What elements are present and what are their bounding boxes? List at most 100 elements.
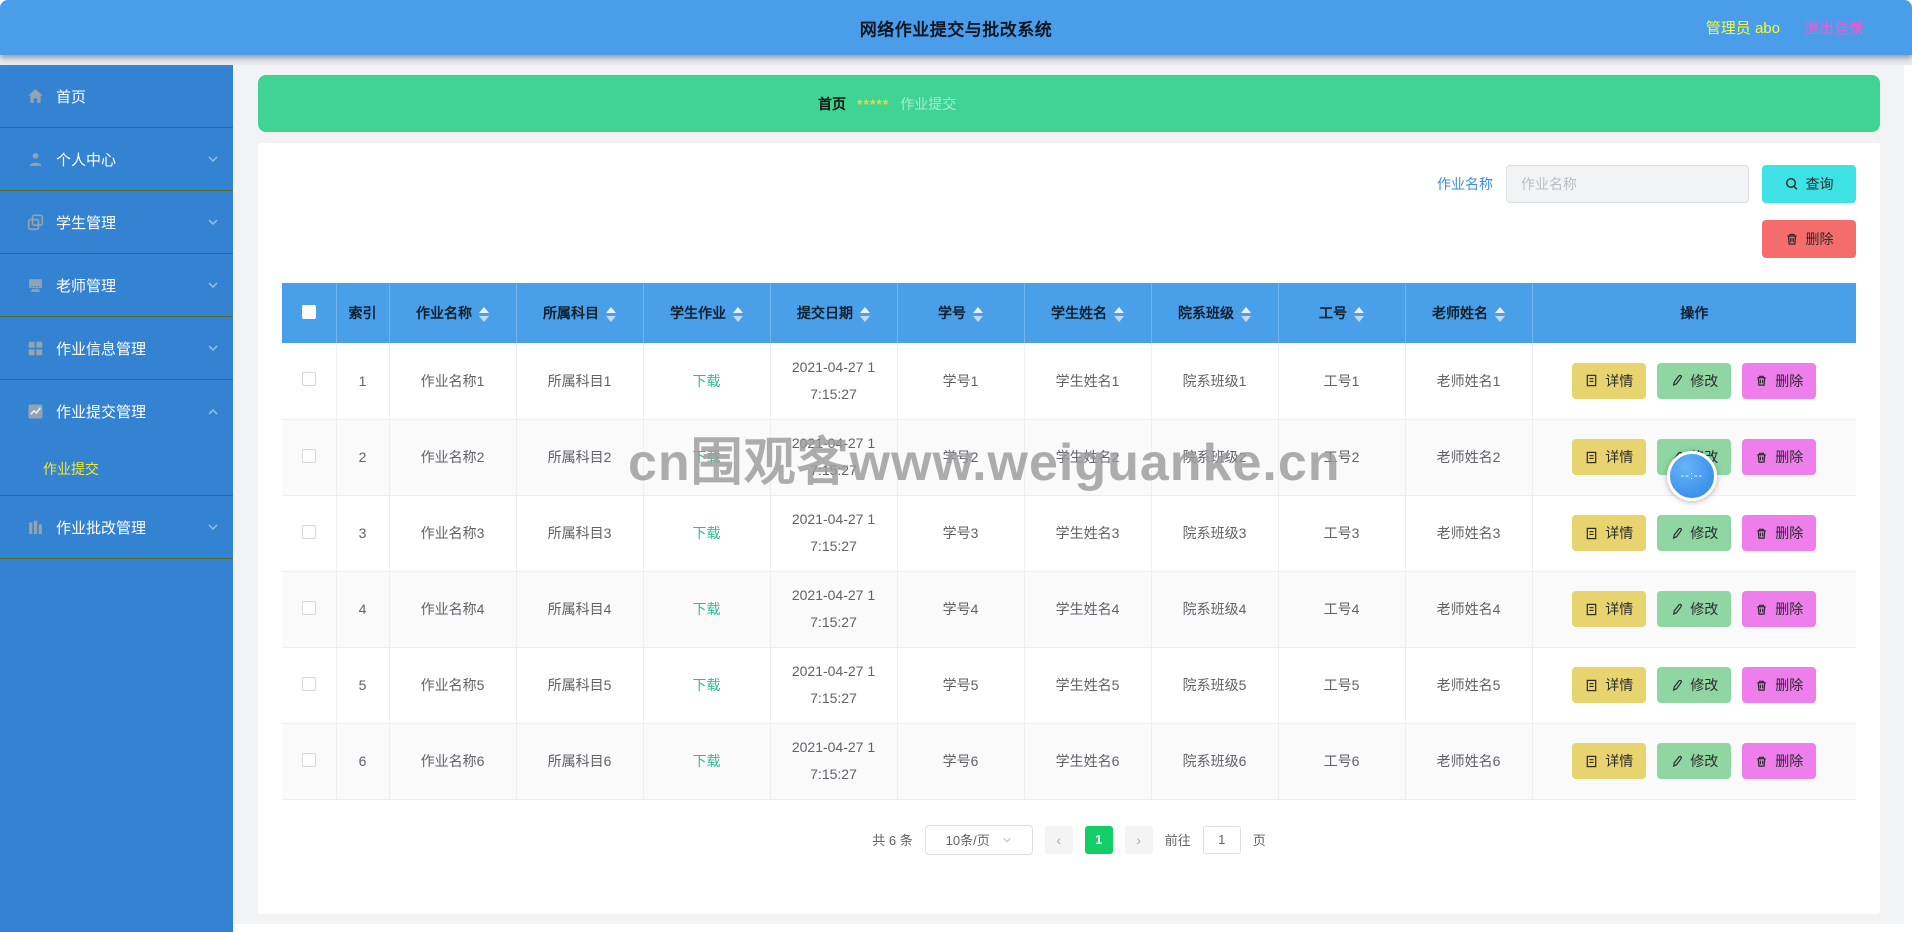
sort-icon[interactable] [1354, 306, 1364, 322]
column-header-1: 索引 [336, 283, 390, 343]
teacher-name-cell: 老师姓名6 [1405, 723, 1533, 800]
document-icon [1586, 679, 1597, 691]
teacher-name-cell: 老师姓名1 [1405, 343, 1533, 420]
sidebar-item-student-management[interactable]: 学生管理 [0, 191, 233, 254]
row-checkbox[interactable] [301, 448, 316, 463]
column-header-10[interactable]: 老师姓名 [1405, 283, 1533, 343]
column-header-6[interactable]: 学号 [897, 283, 1025, 343]
row-checkbox[interactable] [301, 600, 316, 615]
sidebar-item-homework-submit-management[interactable]: 作业提交管理 [0, 380, 233, 443]
homework-name-cell: 作业名称6 [389, 723, 517, 800]
student-name-cell: 学生姓名5 [1024, 647, 1152, 724]
sort-icon[interactable] [973, 306, 983, 322]
download-link[interactable]: 下载 [693, 449, 721, 465]
column-header-8[interactable]: 院系班级 [1151, 283, 1279, 343]
current-page-button[interactable]: 1 [1084, 825, 1113, 854]
column-label: 学号 [938, 305, 966, 321]
table-header-row: 索引 作业名称 所属科目 学生作业 提交日期 学号 学生姓名 院系班级 工号 老师姓名 操作 [282, 283, 1856, 343]
student-name-cell: 学生姓名3 [1024, 495, 1152, 572]
page-size-value: 10条/页 [945, 833, 990, 848]
row-delete-button[interactable]: 删除 [1742, 362, 1817, 399]
detail-button[interactable]: 详情 [1572, 591, 1647, 627]
column-header-7[interactable]: 学生姓名 [1024, 283, 1152, 343]
download-link[interactable]: 下载 [693, 373, 721, 389]
download-link[interactable]: 下载 [693, 753, 721, 769]
column-header-3[interactable]: 所属科目 [516, 283, 644, 343]
next-page-button[interactable]: › [1124, 825, 1153, 854]
column-header-9[interactable]: 工号 [1278, 283, 1406, 343]
sidebar-item-label: 首页 [56, 88, 87, 106]
row-delete-button[interactable]: 删除 [1742, 591, 1817, 627]
row-checkbox[interactable] [301, 372, 316, 387]
sidebar-item-teacher-management[interactable]: 老师管理 [0, 254, 233, 317]
sort-icon[interactable] [860, 306, 870, 322]
logout-link[interactable]: 退出登录 [1804, 17, 1864, 38]
sidebar-item-label: 作业提交管理 [56, 404, 147, 421]
detail-button[interactable]: 详情 [1572, 515, 1647, 551]
row-delete-button[interactable]: 删除 [1742, 439, 1817, 475]
edit-button[interactable]: 修改 [1657, 362, 1732, 399]
actions-cell: 详情修改删除 [1532, 343, 1856, 420]
column-header-2[interactable]: 作业名称 [389, 283, 517, 343]
index-cell: 6 [336, 723, 390, 800]
sort-icon[interactable] [733, 306, 743, 322]
detail-button[interactable]: 详情 [1572, 362, 1647, 399]
download-link[interactable]: 下载 [693, 601, 721, 617]
column-header-4[interactable]: 学生作业 [643, 283, 771, 343]
dept-class-cell: 院系班级4 [1151, 571, 1279, 648]
search-input[interactable] [1506, 165, 1749, 203]
sort-icon[interactable] [1495, 306, 1505, 322]
row-delete-button[interactable]: 删除 [1742, 667, 1817, 703]
chevron-down-icon [208, 345, 218, 352]
homework-name-cell: 作业名称1 [389, 343, 517, 420]
copy-icon [27, 213, 44, 230]
sort-icon[interactable] [1114, 306, 1124, 322]
sort-icon[interactable] [479, 306, 489, 322]
goto-page-input[interactable] [1202, 825, 1241, 854]
subject-cell: 所属科目3 [516, 495, 644, 572]
trash-icon [1757, 680, 1766, 691]
page-size-select[interactable]: 10条/页 [924, 824, 1033, 855]
subject-cell: 所属科目1 [516, 343, 644, 420]
sort-icon[interactable] [1241, 306, 1251, 322]
player-overlay-circle[interactable]: --:-- [1667, 451, 1717, 501]
homework-name-cell: 作业名称3 [389, 495, 517, 572]
edit-button[interactable]: 修改 [1657, 743, 1732, 779]
select-all-checkbox[interactable] [301, 304, 316, 319]
sidebar-item-label: 个人中心 [56, 151, 117, 169]
edit-button[interactable]: 修改 [1657, 667, 1732, 703]
row-checkbox[interactable] [301, 676, 316, 691]
breadcrumb-home[interactable]: 首页 [818, 94, 846, 114]
row-checkbox[interactable] [301, 524, 316, 539]
prev-page-button[interactable]: ‹ [1044, 825, 1073, 854]
column-label: 作业名称 [416, 305, 472, 321]
table-row: 5 作业名称5 所属科目5 下载 2021-04-27 17:15:27 学号5 学生姓名5… [282, 647, 1856, 724]
sidebar-item-home[interactable]: 首页 [0, 65, 233, 128]
detail-button[interactable]: 详情 [1572, 743, 1647, 779]
download-link[interactable]: 下载 [693, 677, 721, 693]
student-id-cell: 学号1 [897, 343, 1025, 420]
sidebar-item-homework-correction-management[interactable]: 作业批改管理 [0, 496, 233, 559]
edit-button[interactable]: 修改 [1657, 515, 1732, 551]
detail-button[interactable]: 详情 [1572, 439, 1647, 475]
delete-button[interactable]: 删除 [1762, 220, 1856, 258]
sidebar-subitem-homework-submit[interactable]: 作业提交 [0, 443, 233, 496]
sort-icon[interactable] [606, 306, 616, 322]
row-delete-button[interactable]: 删除 [1742, 515, 1817, 551]
index-cell: 5 [336, 647, 390, 724]
column-header-5[interactable]: 提交日期 [770, 283, 898, 343]
actions-cell: 详情修改删除 [1532, 723, 1856, 800]
sidebar-item-homework-info-management[interactable]: 作业信息管理 [0, 317, 233, 380]
select-all-header-cell[interactable] [282, 283, 337, 343]
detail-button[interactable]: 详情 [1572, 667, 1647, 703]
chart-icon [28, 404, 43, 419]
homework-name-cell: 作业名称5 [389, 647, 517, 724]
sidebar-item-personal-center[interactable]: 个人中心 [0, 128, 233, 191]
row-checkbox[interactable] [301, 752, 316, 767]
query-button[interactable]: 查询 [1762, 165, 1856, 203]
homework-name-cell: 作业名称4 [389, 571, 517, 648]
edit-button[interactable]: 修改 [1657, 591, 1732, 627]
row-delete-button[interactable]: 删除 [1742, 743, 1817, 779]
checkbox-cell [282, 495, 337, 572]
download-link[interactable]: 下载 [693, 525, 721, 541]
